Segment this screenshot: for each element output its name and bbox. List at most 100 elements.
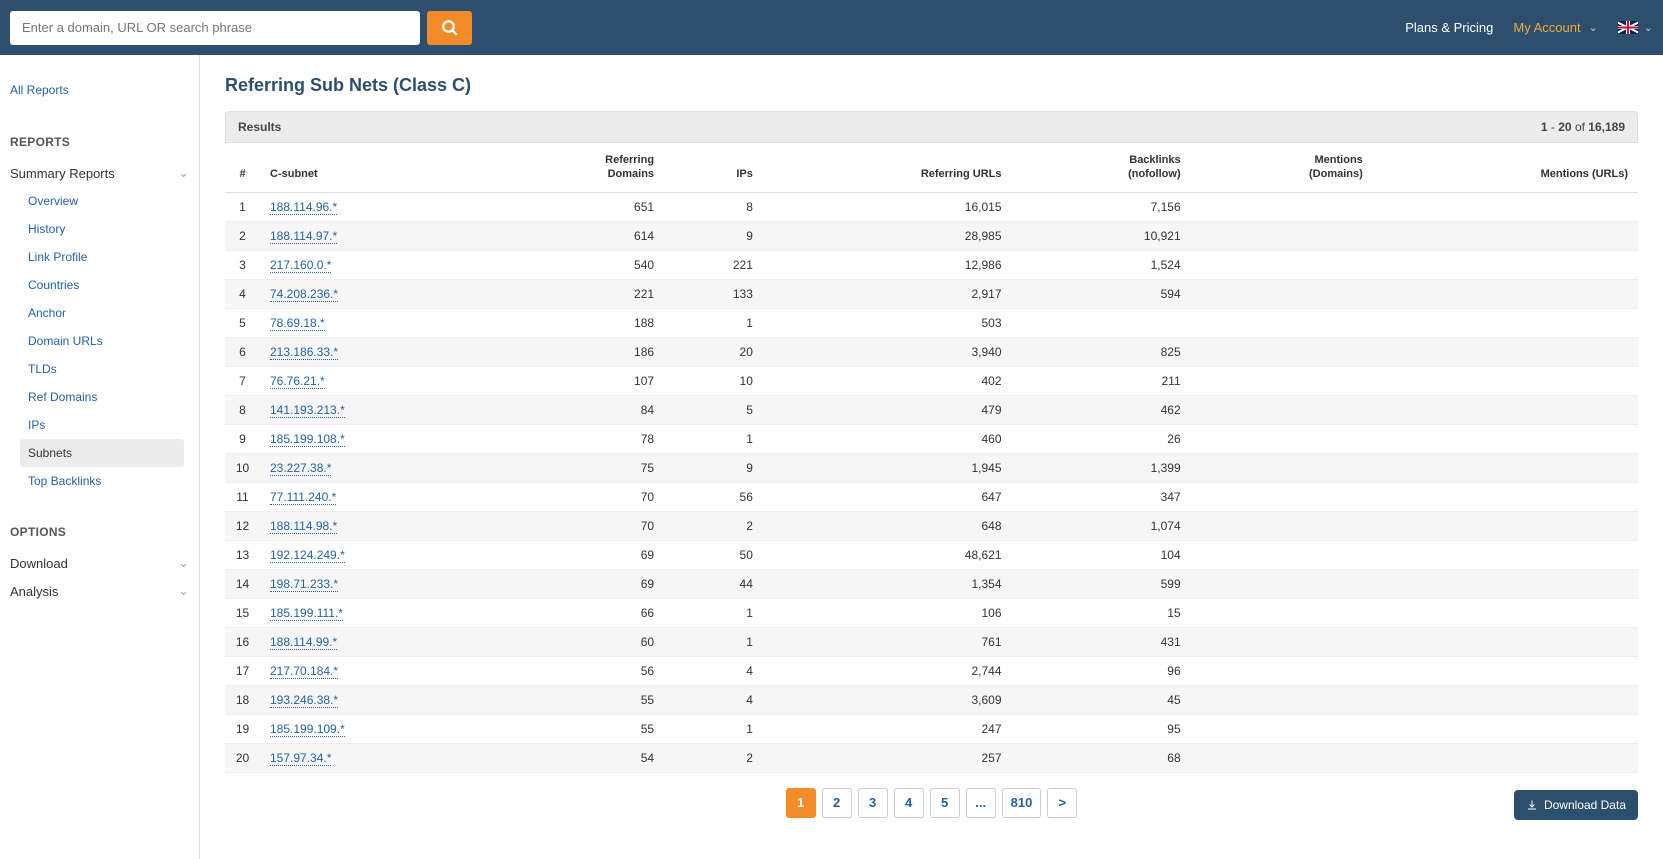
language-selector[interactable]: ⌄ (1618, 21, 1653, 34)
cell-index: 11 (225, 482, 260, 511)
search-input[interactable] (10, 11, 420, 45)
cell-subnet: 157.97.34.* (260, 743, 494, 772)
table-body: 1188.114.96.*651816,0157,1562188.114.97.… (225, 192, 1638, 772)
subnet-link[interactable]: 217.160.0.* (270, 258, 331, 273)
cell-mentions-urls (1373, 714, 1638, 743)
sidebar-item-anchor[interactable]: Anchor (20, 299, 184, 327)
page-ellipsis: ... (966, 788, 996, 818)
subnet-link[interactable]: 188.114.97.* (270, 229, 337, 244)
my-account-menu[interactable]: My Account ⌄ (1513, 20, 1597, 35)
col-backlinks-nofollow[interactable]: Backlinks(nofollow) (1012, 143, 1191, 192)
cell-backlinks-nofollow: 104 (1012, 540, 1191, 569)
table-row: 1023.227.38.*7591,9451,399 (225, 453, 1638, 482)
col-ref-domains[interactable]: ReferringDomains (494, 143, 664, 192)
header-right: Plans & Pricing My Account ⌄ ⌄ (1405, 20, 1653, 35)
sidebar-item-ips[interactable]: IPs (20, 411, 184, 439)
cell-ips: 5 (664, 395, 763, 424)
cell-ref-domains: 70 (494, 511, 664, 540)
cell-subnet: 198.71.233.* (260, 569, 494, 598)
subnet-link[interactable]: 23.227.38.* (270, 461, 331, 476)
chevron-down-icon: ⌄ (1589, 21, 1598, 34)
sidebar-item-ref-domains[interactable]: Ref Domains (20, 383, 184, 411)
cell-mentions-domains (1191, 685, 1373, 714)
col-index[interactable]: # (225, 143, 260, 192)
sidebar-items: OverviewHistoryLink ProfileCountriesAnch… (10, 187, 199, 495)
page-button-4[interactable]: 4 (894, 788, 924, 818)
page-button-1[interactable]: 1 (786, 788, 816, 818)
cell-subnet: 185.199.111.* (260, 598, 494, 627)
cell-ips: 56 (664, 482, 763, 511)
cell-ref-urls: 257 (763, 743, 1012, 772)
col-mentions-domains[interactable]: Mentions(Domains) (1191, 143, 1373, 192)
subnet-link[interactable]: 198.71.233.* (270, 577, 338, 592)
cell-index: 7 (225, 366, 260, 395)
cell-ref-urls: 460 (763, 424, 1012, 453)
subnet-link[interactable]: 192.124.249.* (270, 548, 345, 563)
cell-subnet: 74.208.236.* (260, 279, 494, 308)
subnet-link[interactable]: 188.114.96.* (270, 200, 337, 215)
download-data-button[interactable]: Download Data (1514, 790, 1638, 820)
uk-flag-icon (1618, 21, 1638, 34)
subnet-link[interactable]: 213.186.33.* (270, 345, 338, 360)
cell-index: 5 (225, 308, 260, 337)
col-mentions-urls[interactable]: Mentions (URLs) (1373, 143, 1638, 192)
cell-mentions-urls (1373, 424, 1638, 453)
page-button-3[interactable]: 3 (858, 788, 888, 818)
subnet-link[interactable]: 185.199.108.* (270, 432, 345, 447)
cell-ref-urls: 2,744 (763, 656, 1012, 685)
cell-mentions-domains (1191, 482, 1373, 511)
subnet-link[interactable]: 217.70.184.* (270, 664, 338, 679)
col-subnet[interactable]: C-subnet (260, 143, 494, 192)
pagination: 12345...810> (225, 788, 1638, 818)
subnet-link[interactable]: 185.199.109.* (270, 722, 345, 737)
sidebar-item-subnets[interactable]: Subnets (20, 439, 184, 467)
cell-ref-domains: 186 (494, 337, 664, 366)
cell-mentions-urls (1373, 192, 1638, 221)
sidebar-item-top-backlinks[interactable]: Top Backlinks (20, 467, 184, 495)
subnet-link[interactable]: 185.199.111.* (270, 606, 343, 621)
analysis-toggle[interactable]: Analysis ⌄ (10, 577, 199, 605)
plans-pricing-link[interactable]: Plans & Pricing (1405, 20, 1493, 35)
download-toggle[interactable]: Download ⌄ (10, 549, 199, 577)
cell-backlinks-nofollow: 45 (1012, 685, 1191, 714)
cell-backlinks-nofollow: 211 (1012, 366, 1191, 395)
cell-ref-urls: 3,609 (763, 685, 1012, 714)
cell-backlinks-nofollow: 431 (1012, 627, 1191, 656)
cell-mentions-domains (1191, 221, 1373, 250)
cell-ref-domains: 54 (494, 743, 664, 772)
subnet-link[interactable]: 188.114.99.* (270, 635, 337, 650)
sidebar-item-history[interactable]: History (20, 215, 184, 243)
subnet-link[interactable]: 78.69.18.* (270, 316, 325, 331)
sidebar-item-overview[interactable]: Overview (20, 187, 184, 215)
page-button-5[interactable]: 5 (930, 788, 960, 818)
col-ref-urls[interactable]: Referring URLs (763, 143, 1012, 192)
cell-subnet: 217.70.184.* (260, 656, 494, 685)
page-next-button[interactable]: > (1047, 788, 1077, 818)
table-row: 15185.199.111.*66110615 (225, 598, 1638, 627)
page-button-810[interactable]: 810 (1002, 788, 1042, 818)
cell-ips: 9 (664, 453, 763, 482)
page-button-2[interactable]: 2 (822, 788, 852, 818)
sidebar-item-tlds[interactable]: TLDs (20, 355, 184, 383)
sidebar-item-domain-urls[interactable]: Domain URLs (20, 327, 184, 355)
subnet-link[interactable]: 188.114.98.* (270, 519, 337, 534)
all-reports-link[interactable]: All Reports (10, 75, 199, 105)
summary-reports-toggle[interactable]: Summary Reports ⌄ (10, 159, 199, 187)
cell-subnet: 213.186.33.* (260, 337, 494, 366)
cell-backlinks-nofollow: 68 (1012, 743, 1191, 772)
subnet-link[interactable]: 76.76.21.* (270, 374, 325, 389)
col-ips[interactable]: IPs (664, 143, 763, 192)
cell-mentions-urls (1373, 250, 1638, 279)
sidebar-item-link-profile[interactable]: Link Profile (20, 243, 184, 271)
subnet-link[interactable]: 77.111.240.* (270, 490, 336, 505)
search-button[interactable] (427, 11, 472, 45)
table-header-row: # C-subnet ReferringDomains IPs Referrin… (225, 143, 1638, 192)
subnet-link[interactable]: 74.208.236.* (270, 287, 338, 302)
subnet-link[interactable]: 193.246.38.* (270, 693, 338, 708)
subnet-link[interactable]: 141.193.213.* (270, 403, 345, 418)
cell-ref-domains: 55 (494, 685, 664, 714)
cell-ref-urls: 1,354 (763, 569, 1012, 598)
subnet-link[interactable]: 157.97.34.* (270, 751, 331, 766)
cell-ips: 1 (664, 308, 763, 337)
sidebar-item-countries[interactable]: Countries (20, 271, 184, 299)
